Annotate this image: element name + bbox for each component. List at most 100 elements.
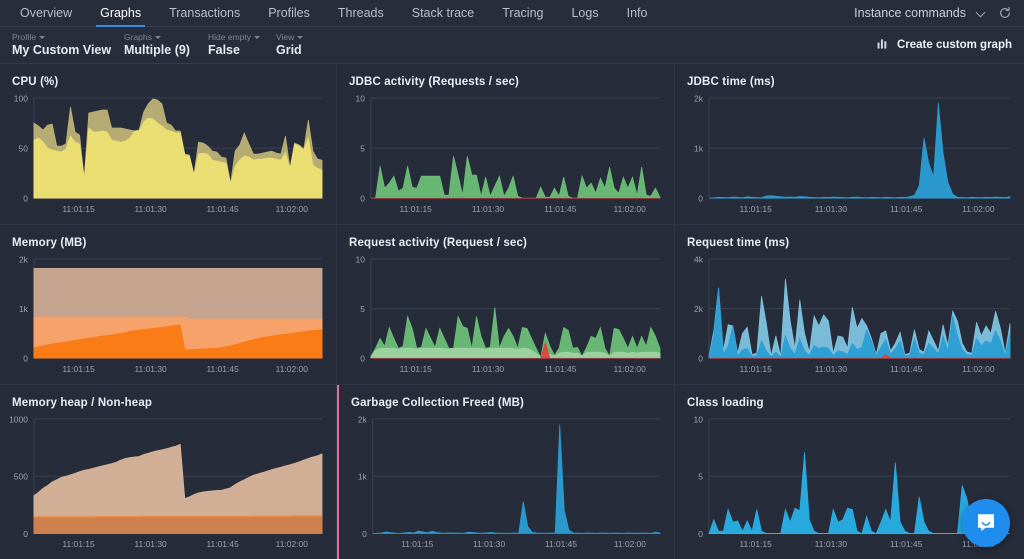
y-tick-label: 2k bbox=[694, 93, 704, 103]
x-tick-label: 11:01:30 bbox=[134, 204, 167, 214]
filter-graphs-value: Multiple (9) bbox=[124, 43, 190, 57]
create-custom-graph-label: Create custom graph bbox=[896, 39, 1012, 51]
filter-view[interactable]: View Grid bbox=[272, 32, 332, 58]
x-tick-label: 11:01:15 bbox=[62, 364, 95, 374]
graph-panel-jdbc_time[interactable]: JDBC time (ms) 0 1k 2k 11:01:15 11:01:30 11:01… bbox=[675, 64, 1024, 225]
filter-view-value: Grid bbox=[276, 43, 302, 57]
y-tick-label: 0 bbox=[698, 194, 703, 204]
series-area bbox=[372, 424, 661, 534]
graph-panel-title: Request time (ms) bbox=[687, 237, 790, 249]
x-tick-label: 11:02:00 bbox=[962, 364, 995, 374]
graph-panel-jdbc_activity[interactable]: JDBC activity (Requests / sec) 0 5 10 11:01:… bbox=[337, 64, 675, 225]
chart-jdbc_activity: 0 5 10 11:01:15 11:01:30 11:01:45 11:02:00 bbox=[356, 93, 661, 214]
y-tick-label: 0 bbox=[23, 194, 28, 204]
nav-tab-logs[interactable]: Logs bbox=[557, 0, 612, 26]
intercom-launcher-button[interactable] bbox=[962, 499, 1010, 547]
x-tick-label: 11:02:00 bbox=[276, 539, 309, 549]
y-tick-label: 5 bbox=[360, 144, 365, 154]
x-tick-label: 11:01:30 bbox=[472, 204, 505, 214]
graph-panel-title: Class loading bbox=[687, 397, 764, 409]
y-tick-label: 1k bbox=[19, 304, 29, 314]
x-tick-label: 11:02:00 bbox=[276, 364, 309, 374]
series-area bbox=[708, 278, 1011, 359]
x-tick-label: 11:01:45 bbox=[206, 539, 239, 549]
x-tick-label: 11:01:30 bbox=[472, 364, 505, 374]
nav-tab-threads[interactable]: Threads bbox=[324, 0, 398, 26]
nav-tab-tracing[interactable]: Tracing bbox=[488, 0, 557, 26]
graph-panel-title: Request activity (Request / sec) bbox=[349, 237, 527, 249]
series-area bbox=[708, 102, 1011, 199]
x-tick-label: 11:01:45 bbox=[544, 204, 577, 214]
chart-canvas[interactable]: 0 1k 2k 11:01:15 11:01:30 11:01:45 11:02:00 bbox=[675, 90, 1024, 224]
chart-memory: 0 1k 2k 11:01:15 11:01:30 11:01:45 11:02:00 bbox=[19, 254, 323, 374]
graph-panel-request_time[interactable]: Request time (ms) 0 2k 4k 11:01:15 11:01:30 11… bbox=[675, 225, 1024, 385]
graph-panel-memory_heap_nonheap[interactable]: Memory heap / Non-heap 0 500 1000 11:01:15 11… bbox=[0, 385, 337, 559]
x-tick-label: 11:01:45 bbox=[206, 204, 239, 214]
y-tick-label: 500 bbox=[14, 472, 28, 482]
y-tick-label: 1k bbox=[358, 472, 368, 482]
chart-canvas[interactable]: 0 1k 2k 11:01:15 11:01:30 11:01:45 11:02:00 bbox=[339, 411, 674, 559]
y-tick-label: 0 bbox=[23, 529, 28, 539]
y-tick-label: 100 bbox=[14, 93, 28, 103]
graph-panel-request_activity[interactable]: Request activity (Request / sec) 0 5 10 11:0… bbox=[337, 225, 675, 385]
nav-tab-info[interactable]: Info bbox=[613, 0, 662, 26]
nav-tab-graphs[interactable]: Graphs bbox=[86, 0, 155, 27]
chart-canvas[interactable]: 0 50 100 11:01:15 11:01:30 11:01:45 11:02:00 bbox=[0, 90, 336, 224]
y-tick-label: 0 bbox=[698, 529, 703, 539]
y-tick-label: 10 bbox=[356, 93, 366, 103]
filter-profile[interactable]: Profile My Custom View bbox=[8, 32, 114, 58]
graph-panel-title: Memory heap / Non-heap bbox=[12, 397, 153, 409]
chart-request_time: 0 2k 4k 11:01:15 11:01:30 11:01:45 11:02:00 bbox=[694, 254, 1011, 374]
graph-panel-title: JDBC time (ms) bbox=[687, 76, 775, 88]
nav-tab-transactions[interactable]: Transactions bbox=[155, 0, 254, 26]
chart-canvas[interactable]: 0 2k 4k 11:01:15 11:01:30 11:01:45 11:02:00 bbox=[675, 251, 1024, 384]
x-tick-label: 11:01:45 bbox=[206, 364, 239, 374]
nav-tab-profiles[interactable]: Profiles bbox=[254, 0, 324, 26]
y-tick-label: 10 bbox=[356, 254, 366, 264]
x-tick-label: 11:01:15 bbox=[739, 539, 772, 549]
x-tick-label: 11:02:00 bbox=[962, 204, 995, 214]
filter-graphs-label: Graphs bbox=[124, 32, 198, 43]
bar-chart-icon bbox=[877, 36, 890, 54]
chart-canvas[interactable]: 0 1k 2k 11:01:15 11:01:30 11:01:45 11:02:00 bbox=[0, 251, 336, 384]
x-tick-label: 11:01:45 bbox=[890, 539, 923, 549]
caret-down-icon bbox=[254, 36, 260, 40]
chart-canvas[interactable]: 0 5 10 11:01:15 11:01:30 11:01:45 11:02:00 bbox=[337, 251, 674, 384]
x-tick-label: 11:02:00 bbox=[614, 539, 646, 549]
x-tick-label: 11:01:30 bbox=[134, 364, 167, 374]
instance-commands-button[interactable]: Instance commands bbox=[854, 6, 966, 20]
graph-panel-cpu[interactable]: CPU (%) 0 50 100 11:01:15 11:01:30 11:01:45 11:… bbox=[0, 64, 337, 225]
refresh-icon[interactable] bbox=[998, 6, 1012, 20]
x-tick-label: 11:01:15 bbox=[400, 204, 433, 214]
filter-graphs[interactable]: Graphs Multiple (9) bbox=[120, 32, 198, 58]
filter-profile-label: Profile bbox=[12, 32, 114, 43]
chevron-down-icon[interactable] bbox=[976, 7, 988, 19]
x-tick-label: 11:01:15 bbox=[739, 204, 772, 214]
filter-hide-empty-label: Hide empty bbox=[208, 32, 266, 43]
x-tick-label: 11:01:45 bbox=[544, 364, 577, 374]
y-tick-label: 2k bbox=[358, 414, 368, 424]
graph-grid: CPU (%) 0 50 100 11:01:15 11:01:30 11:01:45 11:… bbox=[0, 64, 1024, 559]
graph-panel-gc_freed[interactable]: Garbage Collection Freed (MB) 0 1k 2k 11:01:… bbox=[337, 385, 675, 559]
y-tick-label: 5 bbox=[360, 304, 365, 314]
create-custom-graph-button[interactable]: Create custom graph bbox=[877, 36, 1012, 54]
filter-hide-empty[interactable]: Hide empty False bbox=[204, 32, 266, 58]
y-tick-label: 4k bbox=[694, 254, 704, 264]
filter-hide-empty-value: False bbox=[208, 43, 240, 57]
caret-down-icon bbox=[39, 36, 46, 40]
chart-canvas[interactable]: 0 5 10 11:01:15 11:01:30 11:01:45 11:02:00 bbox=[337, 90, 674, 224]
nav-tab-overview[interactable]: Overview bbox=[6, 0, 86, 26]
y-tick-label: 50 bbox=[19, 144, 29, 154]
graph-panel-memory[interactable]: Memory (MB) 0 1k 2k 11:01:15 11:01:30 11:01:45… bbox=[0, 225, 337, 385]
x-tick-label: 11:01:45 bbox=[890, 204, 923, 214]
series-area bbox=[370, 156, 661, 199]
chart-request_activity: 0 5 10 11:01:15 11:01:30 11:01:45 11:02:00 bbox=[356, 254, 661, 374]
navbar-right-controls: Instance commands bbox=[854, 0, 1024, 26]
chart-canvas[interactable]: 0 500 1000 11:01:15 11:01:30 11:01:45 11:02:00 bbox=[0, 411, 336, 559]
filter-view-label: View bbox=[276, 32, 332, 43]
x-tick-label: 11:01:30 bbox=[815, 539, 848, 549]
nav-tab-stack-trace[interactable]: Stack trace bbox=[398, 0, 489, 26]
main-navbar: Overview Graphs Transactions Profiles Thread… bbox=[0, 0, 1024, 27]
graph-panel-title: CPU (%) bbox=[12, 76, 59, 88]
x-tick-label: 11:02:00 bbox=[614, 204, 647, 214]
